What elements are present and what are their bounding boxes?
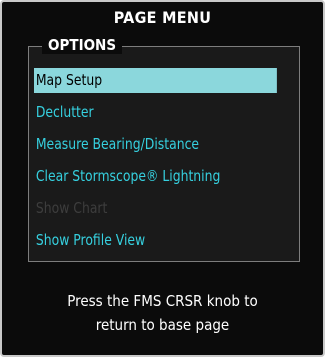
menu-item-clear-stormscope-lightning[interactable]: Clear Stormscope® Lightning: [34, 164, 277, 189]
page-menu-window: PAGE MENU OPTIONS Map Setup Declutter Me…: [0, 0, 325, 357]
menu-item-map-setup[interactable]: Map Setup: [34, 68, 277, 93]
menu-item-show-chart: Show Chart: [35, 199, 108, 217]
menu-item-measure-bearing-distance[interactable]: Measure Bearing/Distance: [34, 132, 277, 157]
page-menu-title: PAGE MENU: [113, 8, 212, 27]
menu-list: Map Setup Declutter Measure Bearing/Dist…: [34, 68, 298, 260]
menu-item-show-profile-view[interactable]: Show Profile View: [34, 228, 277, 253]
help-text: Press the FMS CRSR knob to return to bas…: [2, 289, 323, 337]
help-text-line-2: return to base page: [95, 316, 230, 334]
menu-item-declutter[interactable]: Declutter: [34, 100, 277, 125]
help-text-line-1: Press the FMS CRSR knob to: [67, 292, 258, 310]
options-label: OPTIONS: [42, 36, 123, 54]
